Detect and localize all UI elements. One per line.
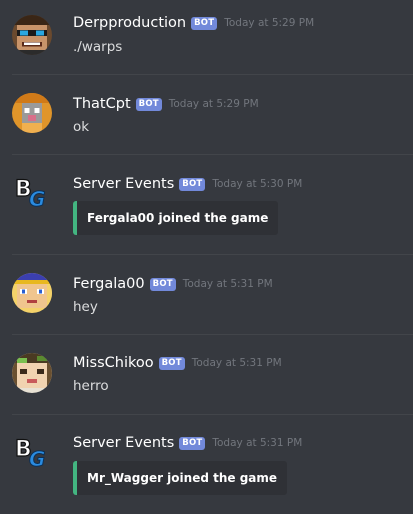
username[interactable]: Server Events	[73, 176, 174, 192]
timestamp: Today at 5:29 PM	[224, 17, 315, 29]
message-derpproduction: Derpproduction BOT Today at 5:29 PM ./wa…	[0, 0, 413, 75]
server-events-logo-icon[interactable]: B G	[12, 432, 52, 472]
message-fergala00: Fergala00 BOT Today at 5:31 PM hey	[0, 255, 413, 335]
bot-badge: BOT	[149, 277, 176, 291]
embed-text: Fergala00 joined the game	[87, 211, 269, 225]
timestamp: Today at 5:31 PM	[182, 278, 273, 290]
join-embed: Fergala00 joined the game	[73, 201, 279, 235]
join-embed: Mr_Wagger joined the game	[73, 461, 288, 495]
username[interactable]: Derpproduction	[73, 15, 186, 31]
message-thatcpt: ThatCpt BOT Today at 5:29 PM ok	[0, 75, 413, 155]
timestamp: Today at 5:31 PM	[191, 357, 282, 369]
timestamp: Today at 5:31 PM	[212, 437, 303, 449]
svg-text:G: G	[29, 447, 45, 471]
timestamp: Today at 5:30 PM	[212, 178, 303, 190]
message-misschikoo: MissChikoo BOT Today at 5:31 PM herro	[0, 335, 413, 415]
bot-badge: BOT	[191, 16, 218, 30]
bot-badge: BOT	[135, 97, 162, 111]
bot-badge: BOT	[179, 177, 206, 191]
misschikoo-avatar-icon[interactable]	[12, 353, 52, 393]
username[interactable]: Fergala00	[73, 276, 145, 292]
username[interactable]: MissChikoo	[73, 355, 154, 371]
message-text: herro	[73, 378, 109, 394]
message-text: ok	[73, 119, 90, 135]
derpproduction-avatar-icon[interactable]	[12, 15, 52, 55]
message-text: ./warps	[73, 39, 123, 55]
bot-badge: BOT	[179, 436, 206, 450]
message-server-events: B G Server Events BOT Today at 5:30 PM F…	[0, 155, 413, 255]
server-events-logo-icon[interactable]: B G	[12, 172, 52, 212]
bot-badge: BOT	[158, 356, 185, 370]
svg-text:G: G	[29, 187, 45, 211]
thatcpt-avatar-icon[interactable]	[12, 93, 52, 133]
username[interactable]: ThatCpt	[73, 96, 131, 112]
embed-text: Mr_Wagger joined the game	[87, 471, 278, 485]
timestamp: Today at 5:29 PM	[168, 98, 259, 110]
message-server-events: B G Server Events BOT Today at 5:31 PM M…	[0, 415, 413, 514]
fergala00-avatar-icon[interactable]	[12, 273, 52, 313]
username[interactable]: Server Events	[73, 435, 174, 451]
message-text: hey	[73, 299, 98, 315]
